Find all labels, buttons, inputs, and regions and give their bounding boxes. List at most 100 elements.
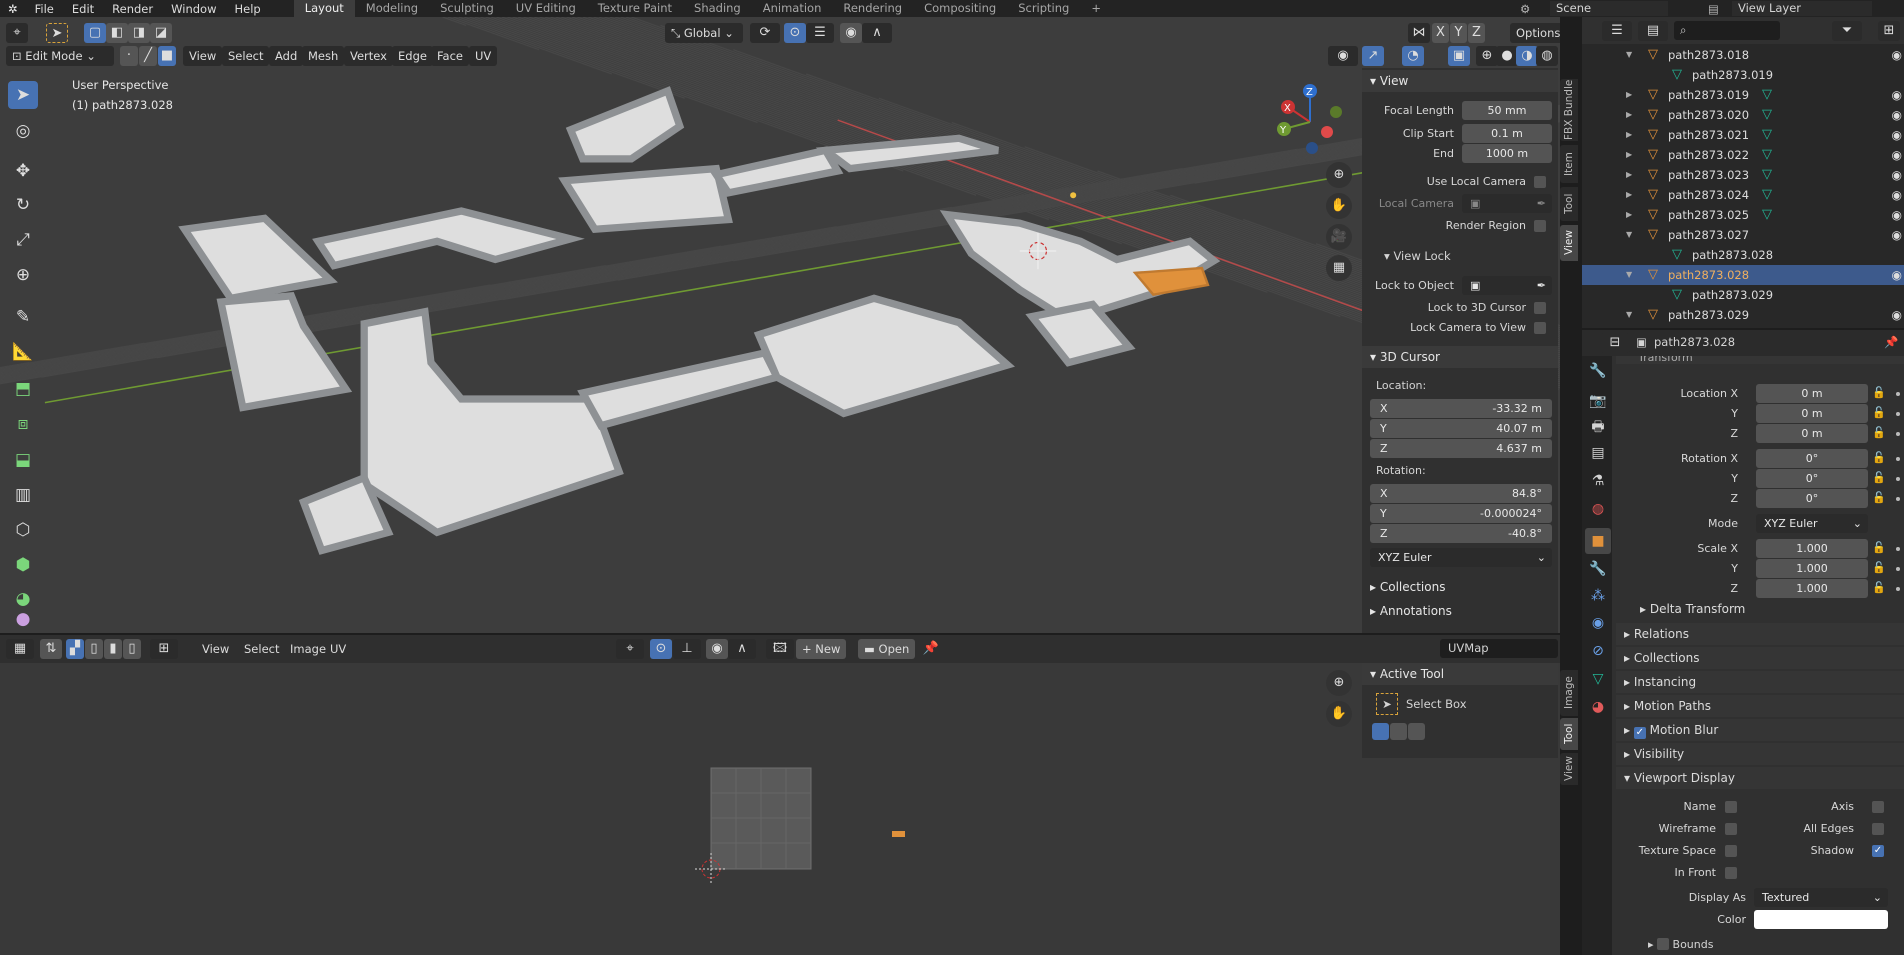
view-layer-icon[interactable]: ▤ [1708,2,1719,16]
scene-tab-icon[interactable]: ⚗ [1585,468,1611,494]
tool-scale-icon[interactable]: ⤢ [8,226,38,254]
face-select-icon[interactable]: ■ [158,46,176,66]
visibility-section[interactable]: ▸ Visibility [1616,743,1904,765]
lock-icon[interactable]: 🔓 [1872,561,1886,574]
mesh-room[interactable] [178,214,338,303]
eye-icon[interactable]: ◉ [1892,265,1902,285]
uv-proportional-icon[interactable]: ◉ [706,639,728,659]
rotation-x-field[interactable]: 0° [1756,449,1868,468]
lock-icon[interactable]: 🔓 [1872,426,1886,439]
uv-falloff-icon[interactable]: ∧ [728,639,756,659]
texture-space-checkbox[interactable] [1725,845,1737,857]
keyframe-dot-icon[interactable] [1896,547,1900,551]
open-image-button[interactable]: ▬ Open [858,639,916,659]
scene-field[interactable]: Scene [1550,1,1668,16]
eye-icon[interactable]: ◉ [1892,185,1902,205]
sidebar-tab-view[interactable]: View [1560,225,1578,261]
outliner-row[interactable]: ▶ ▽ path2873.019 ▽ ◉ [1582,85,1904,105]
options-dropdown[interactable]: Options ⌄ [1510,23,1560,60]
mesh-room[interactable] [710,146,844,197]
mirror-x-button[interactable]: X [1432,23,1449,43]
tab-texture-paint[interactable]: Texture Paint [587,0,683,17]
lock-icon[interactable]: 🔓 [1872,406,1886,419]
gizmo-toggle-icon[interactable]: ↗ [1362,46,1384,66]
select-extend-icon[interactable]: ◧ [106,23,128,43]
editor-type-icon[interactable]: ⊟ [1600,333,1630,353]
outliner-row[interactable]: ▼ ▽ path2873.027 ◉ [1582,225,1904,245]
transform-section-cut[interactable]: Transform [1616,356,1904,364]
lock-icon[interactable]: 🔓 [1872,471,1886,484]
shadow-checkbox[interactable]: ✓ [1872,845,1884,857]
uv-vertex-select-icon[interactable]: ▞ [66,639,84,659]
uv-tab-image[interactable]: Image [1560,670,1578,716]
tool-smooth-icon[interactable]: ● [8,605,38,633]
location-x-field[interactable]: 0 m [1756,384,1868,403]
clip-start-field[interactable]: 0.1 m [1462,124,1552,143]
zoom-icon[interactable]: ⊕ [1326,162,1352,188]
clip-end-field[interactable]: 1000 m [1462,144,1552,163]
pin-icon[interactable]: 📌 [920,639,942,659]
pan-hand-icon[interactable]: ✋ [1326,193,1352,219]
falloff-icon[interactable]: ∧ [862,23,892,43]
object-tab-icon[interactable]: ■ [1585,528,1611,554]
tool-transform-icon[interactable]: ⊕ [8,261,38,289]
edge-select-icon[interactable]: ╱ [139,46,157,66]
menu-window[interactable]: Window [162,2,225,16]
uv-tab-tool[interactable]: Tool [1560,718,1578,750]
tool-select-box-icon[interactable]: ➤ [8,81,38,109]
tool-measure-icon[interactable]: 📐 [8,338,38,366]
focal-length-field[interactable]: 50 mm [1462,101,1552,120]
solid-shading-icon[interactable]: ● [1496,46,1518,66]
keyframe-dot-icon[interactable] [1896,477,1900,481]
keyframe-dot-icon[interactable] [1896,587,1900,591]
wireframe-checkbox[interactable] [1725,823,1737,835]
menu-render[interactable]: Render [103,2,162,16]
lock-camera-to-view-checkbox[interactable] [1534,322,1546,334]
tab-layout[interactable]: Layout [293,0,355,17]
instancing-section[interactable]: ▸ Instancing [1616,671,1904,693]
expand-right-icon[interactable]: ▶ [1626,145,1632,165]
menu-edge[interactable]: Edge [392,46,433,66]
mesh-room[interactable] [565,86,685,163]
3d-cursor-panel-header[interactable]: ▾ 3D Cursor [1362,346,1558,368]
expand-right-icon[interactable]: ▶ [1626,85,1632,105]
tab-shading[interactable]: Shading [683,0,752,17]
eye-icon[interactable]: ◉ [1892,125,1902,145]
tool-move-icon[interactable]: ✥ [8,157,38,185]
uv-snap-icon[interactable]: ⊙ [650,639,672,659]
keyframe-dot-icon[interactable] [1896,432,1900,436]
world-tab-icon[interactable]: ◍ [1585,496,1611,522]
snap-target-icon[interactable]: ☰ [806,23,834,43]
sidebar-tab-fbx-bundle[interactable]: FBX Bundle [1560,79,1578,141]
tool-annotate-icon[interactable]: ✎ [8,303,38,331]
eyedropper-icon[interactable]: ✒ [1537,194,1552,213]
outliner-row[interactable]: ▼ ▽ path2873.018 ◉ [1582,45,1904,65]
scene-selector-icon[interactable]: ⚙ [1520,2,1530,16]
tool-bevel-icon[interactable]: ⬓ [8,446,38,474]
outliner-row[interactable]: ▽ path2873.029 [1582,285,1904,305]
menu-face[interactable]: Face [431,46,470,66]
outliner-row[interactable]: ▶ ▽ path2873.023 ▽ ◉ [1582,165,1904,185]
expand-down-icon[interactable]: ▼ [1626,265,1632,285]
menu-help[interactable]: Help [225,2,269,16]
tool-inset-icon[interactable]: ⧈ [8,410,38,438]
outliner-row[interactable]: ▶ ▽ path2873.025 ▽ ◉ [1582,205,1904,225]
tool-rotate-icon[interactable]: ↻ [8,191,38,219]
expand-down-icon[interactable]: ▼ [1626,45,1632,65]
view-layer-tab-icon[interactable]: ▤ [1585,440,1611,466]
mode-extend-icon[interactable] [1390,723,1407,740]
bounds-checkbox[interactable] [1657,938,1670,950]
expand-right-icon[interactable]: ▶ [1626,165,1632,185]
transform-pivot-icon[interactable]: ⌖ [6,23,28,43]
view-layer-field[interactable]: View Layer [1732,1,1872,16]
sticky-selection-icon[interactable]: ⊞ [150,639,178,659]
expand-right-icon[interactable]: ▶ [1626,205,1632,225]
outliner-row[interactable]: ▼ ▽ path2873.028 ◉ [1582,265,1904,285]
mesh-data-tab-icon[interactable]: ▽ [1585,666,1611,692]
expand-down-icon[interactable]: ▼ [1626,305,1632,325]
mode-subtract-icon[interactable] [1408,723,1425,740]
uv-zoom-icon[interactable]: ⊕ [1326,670,1352,696]
eye-icon[interactable]: ◉ [1892,225,1902,245]
outliner-row[interactable]: ▼ ▽ path2873.029 ◉ [1582,305,1904,325]
use-local-camera-checkbox[interactable] [1534,176,1546,188]
